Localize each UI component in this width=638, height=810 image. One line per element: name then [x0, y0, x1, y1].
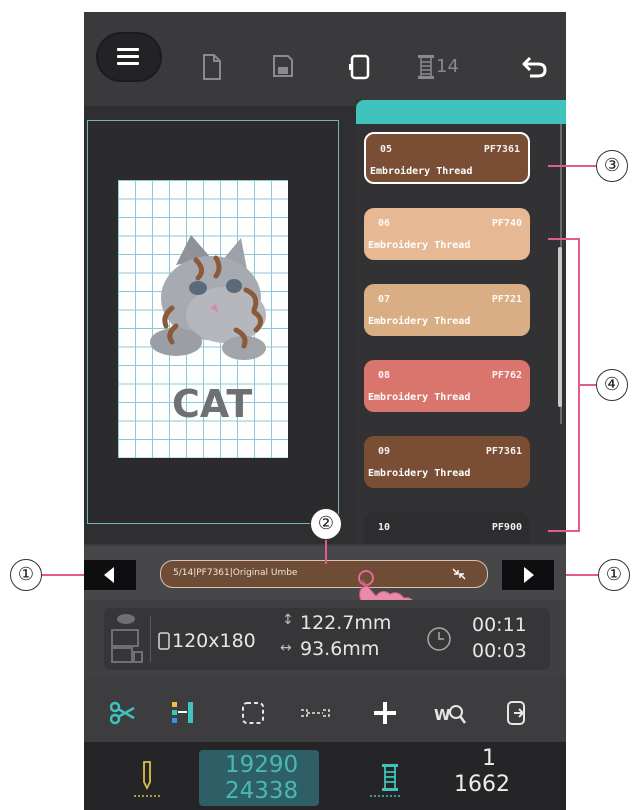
thread-spool-icon[interactable] — [416, 54, 436, 80]
menu-button[interactable] — [98, 34, 160, 80]
scissors-icon[interactable] — [110, 700, 136, 726]
width-arrow-icon: ↔ — [280, 640, 292, 656]
move-icon[interactable] — [372, 700, 398, 726]
color-current-value: 1 — [482, 746, 496, 771]
thread-name: Embroidery Thread — [368, 468, 471, 479]
height-arrow-icon: ↕ — [282, 612, 294, 628]
device-screen: 14 CAT 05 PF7361 Embroidery Thread 06 PF… — [84, 12, 566, 810]
color-sort-icon[interactable] — [170, 700, 196, 726]
color-total-value: 1662 — [454, 772, 510, 797]
callout-bracket-4-top — [548, 238, 580, 240]
save-icon[interactable] — [272, 54, 294, 78]
design-info-box: 120x180 ↕ 122.7mm ↔ 93.6mm 00:11 00:03 — [104, 608, 550, 670]
thread-number: 06 — [378, 218, 391, 229]
thread-list-header — [356, 100, 566, 124]
tools-row: W — [84, 678, 566, 742]
thread-name: Embroidery Thread — [370, 166, 473, 177]
thread-item-09[interactable]: 09 PF7361 Embroidery Thread — [364, 436, 530, 488]
callout-1-right: ① — [598, 559, 630, 591]
callout-line-3 — [548, 165, 598, 167]
thread-name: Embroidery Thread — [368, 240, 471, 251]
thread-item-06[interactable]: 06 PF740 Embroidery Thread — [364, 208, 530, 260]
hoop-size-icon — [158, 632, 170, 650]
design-text: CAT — [172, 382, 253, 426]
needle-icon — [134, 761, 160, 797]
machine-icon — [111, 614, 143, 663]
collapse-icon — [452, 568, 466, 580]
design-info-row: 120x180 ↕ 122.7mm ↔ 93.6mm 00:11 00:03 — [84, 600, 566, 678]
thread-code: PF740 — [491, 218, 522, 229]
thread-item-07[interactable]: 07 PF721 Embroidery Thread — [364, 284, 530, 336]
thread-item-05[interactable]: 05 PF7361 Embroidery Thread — [364, 132, 530, 184]
thread-number: 05 — [380, 144, 393, 155]
jump-stitch-icon[interactable] — [300, 700, 330, 726]
exit-icon[interactable] — [504, 700, 530, 726]
callout-4: ④ — [596, 369, 628, 401]
callout-line-1-right — [566, 574, 602, 576]
arrow-left-icon — [104, 567, 114, 583]
status-text: 5/14|PF7361|Original Umbe — [173, 568, 298, 578]
cat-design-image — [150, 235, 266, 360]
thread-code: PF762 — [491, 370, 522, 381]
stitch-current-value: 19290 — [225, 752, 299, 778]
design-width-value: 93.6mm — [300, 638, 380, 660]
callout-2: ② — [310, 508, 342, 540]
trace-outline-icon[interactable] — [240, 700, 266, 726]
stitch-total-value: 24338 — [225, 778, 299, 804]
thread-scrollbar[interactable] — [558, 247, 562, 407]
hoop-size-value: 120x180 — [172, 630, 256, 652]
thread-name: Embroidery Thread — [368, 392, 471, 403]
stitch-counter[interactable]: 19290 24338 — [199, 750, 319, 806]
previous-thread-button[interactable] — [84, 560, 136, 590]
thread-list: 05 PF7361 Embroidery Thread 06 PF740 Emb… — [356, 124, 566, 544]
callout-1-left: ① — [10, 559, 42, 591]
thread-code: PF7361 — [483, 144, 520, 155]
thread-item-08[interactable]: 08 PF762 Embroidery Thread — [364, 360, 530, 412]
info-divider — [150, 616, 151, 662]
undo-icon[interactable] — [522, 54, 548, 78]
arrow-right-icon — [524, 567, 534, 583]
total-time-value: 00:11 — [472, 614, 527, 636]
remaining-time-value: 00:03 — [472, 640, 527, 662]
thread-item-10[interactable]: 10 PF900 — [364, 512, 530, 544]
callout-3: ③ — [596, 150, 628, 182]
thread-number: 07 — [378, 294, 391, 305]
next-thread-button[interactable] — [502, 560, 554, 590]
callout-line-1-left — [40, 574, 84, 576]
new-file-icon[interactable] — [202, 54, 222, 80]
frame-icon[interactable] — [348, 54, 370, 80]
thread-number: 08 — [378, 370, 391, 381]
callout-bracket-4-bottom — [548, 530, 580, 532]
spool-counter-icon — [370, 764, 400, 797]
thread-code: PF900 — [491, 522, 522, 533]
clock-icon — [427, 627, 451, 651]
bottom-counter-row: 19290 24338 1 1662 — [84, 742, 566, 810]
thread-number: 10 — [378, 522, 391, 533]
current-thread-status[interactable]: 5/14|PF7361|Original Umbe — [160, 560, 488, 588]
thread-number: 09 — [378, 446, 391, 457]
thread-code: PF7361 — [485, 446, 522, 457]
top-toolbar: 14 — [84, 12, 566, 106]
design-height-value: 122.7mm — [300, 612, 392, 634]
thread-count-label: 14 — [436, 56, 459, 77]
svg-text:W: W — [434, 706, 451, 724]
thread-name: Embroidery Thread — [368, 316, 471, 327]
callout-line-2 — [325, 536, 327, 564]
stitch-search-icon[interactable]: W — [434, 700, 466, 726]
thread-code: PF721 — [491, 294, 522, 305]
hamburger-icon — [117, 48, 139, 66]
